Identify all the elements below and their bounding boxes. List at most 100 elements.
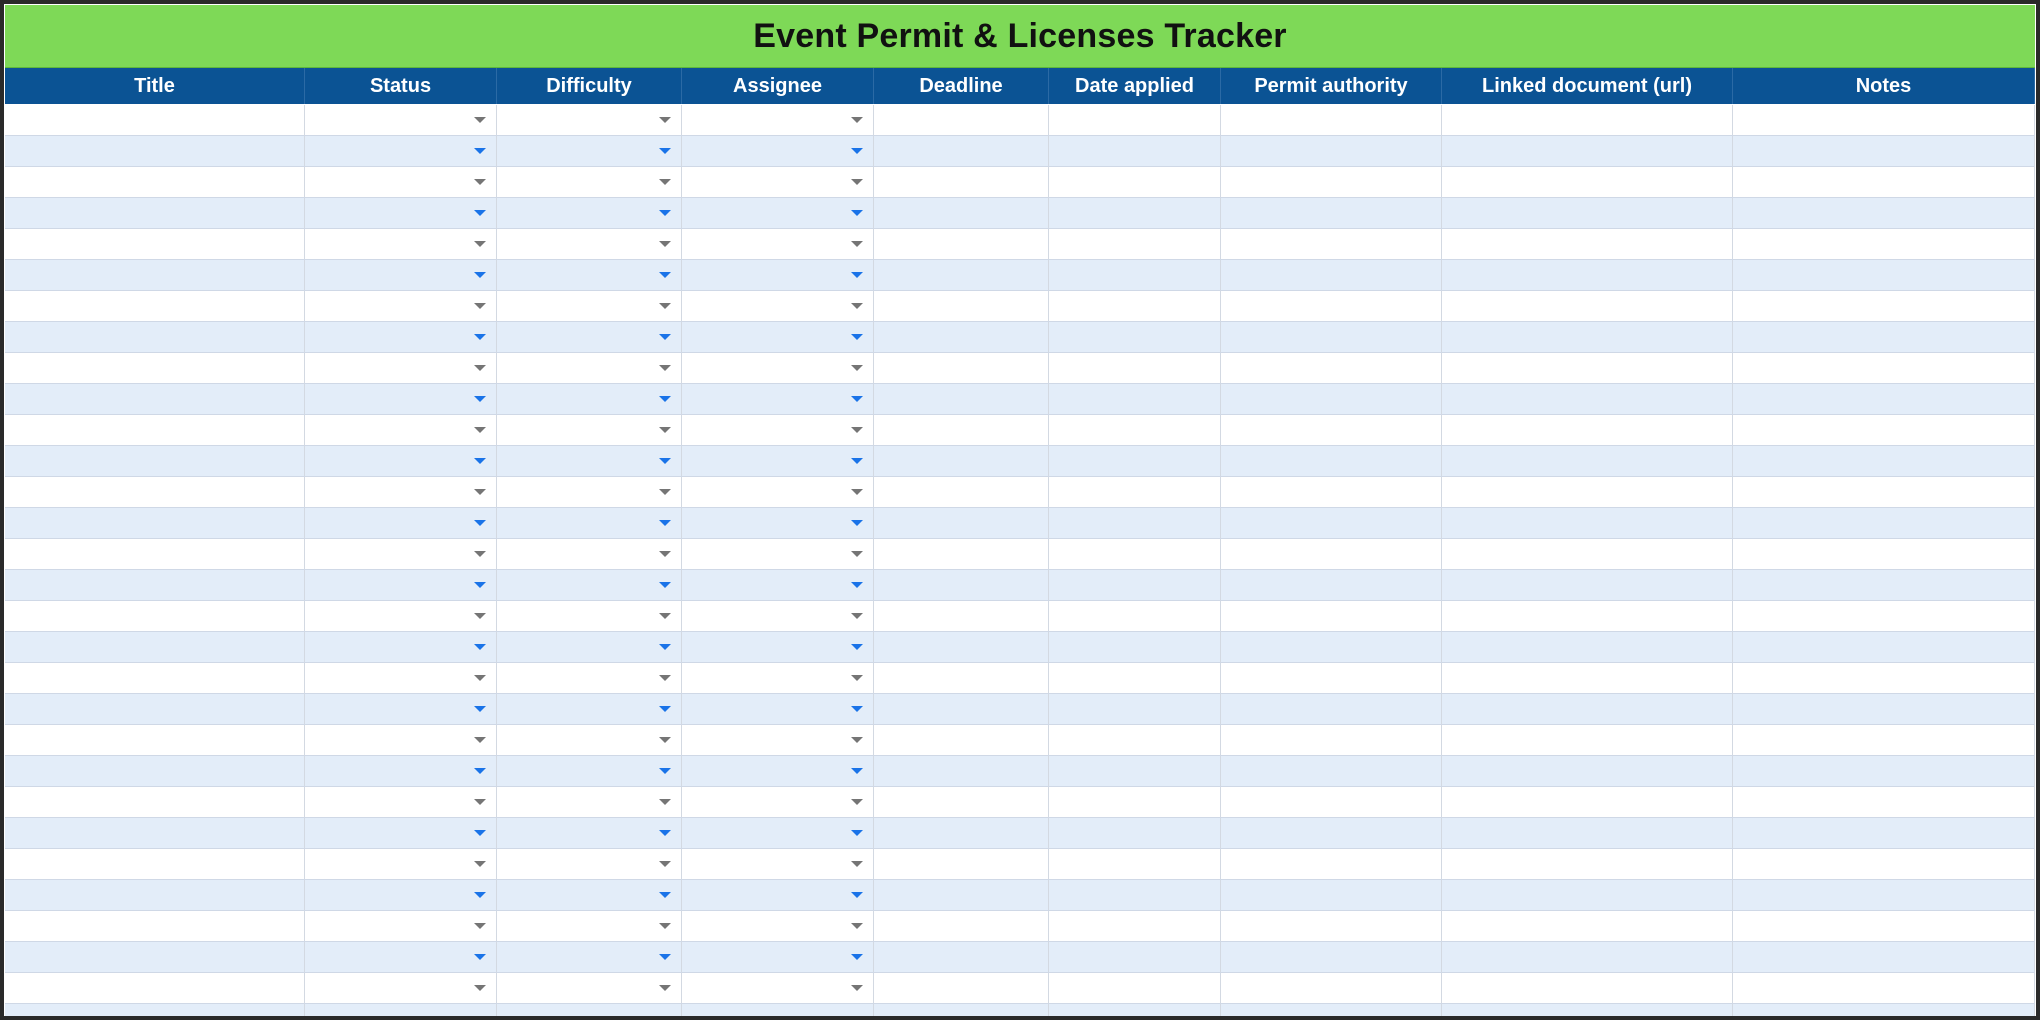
cell-difficulty[interactable] xyxy=(497,663,682,693)
cell-date-applied[interactable] xyxy=(1049,787,1221,817)
chevron-down-icon[interactable] xyxy=(851,706,863,712)
chevron-down-icon[interactable] xyxy=(659,706,671,712)
chevron-down-icon[interactable] xyxy=(851,210,863,216)
chevron-down-icon[interactable] xyxy=(851,365,863,371)
cell-assignee[interactable] xyxy=(682,105,874,135)
chevron-down-icon[interactable] xyxy=(659,861,671,867)
cell-linked-document[interactable] xyxy=(1442,694,1733,724)
cell-title[interactable] xyxy=(5,446,305,476)
cell-deadline[interactable] xyxy=(874,446,1049,476)
cell-difficulty[interactable] xyxy=(497,880,682,910)
cell-assignee[interactable] xyxy=(682,725,874,755)
cell-assignee[interactable] xyxy=(682,880,874,910)
chevron-down-icon[interactable] xyxy=(659,1016,671,1020)
cell-status[interactable] xyxy=(305,756,497,786)
cell-notes[interactable] xyxy=(1733,911,2035,941)
chevron-down-icon[interactable] xyxy=(474,396,486,402)
cell-difficulty[interactable] xyxy=(497,632,682,662)
cell-linked-document[interactable] xyxy=(1442,322,1733,352)
cell-title[interactable] xyxy=(5,353,305,383)
cell-difficulty[interactable] xyxy=(497,694,682,724)
cell-date-applied[interactable] xyxy=(1049,570,1221,600)
chevron-down-icon[interactable] xyxy=(851,334,863,340)
cell-difficulty[interactable] xyxy=(497,570,682,600)
chevron-down-icon[interactable] xyxy=(659,613,671,619)
cell-assignee[interactable] xyxy=(682,198,874,228)
cell-date-applied[interactable] xyxy=(1049,167,1221,197)
cell-difficulty[interactable] xyxy=(497,446,682,476)
cell-title[interactable] xyxy=(5,849,305,879)
cell-assignee[interactable] xyxy=(682,973,874,1003)
cell-title[interactable] xyxy=(5,663,305,693)
cell-title[interactable] xyxy=(5,105,305,135)
cell-notes[interactable] xyxy=(1733,446,2035,476)
column-header-title[interactable]: Title xyxy=(5,68,305,104)
cell-status[interactable] xyxy=(305,973,497,1003)
cell-difficulty[interactable] xyxy=(497,942,682,972)
cell-status[interactable] xyxy=(305,198,497,228)
cell-status[interactable] xyxy=(305,911,497,941)
cell-status[interactable] xyxy=(305,663,497,693)
cell-difficulty[interactable] xyxy=(497,229,682,259)
cell-title[interactable] xyxy=(5,694,305,724)
chevron-down-icon[interactable] xyxy=(659,892,671,898)
chevron-down-icon[interactable] xyxy=(474,675,486,681)
chevron-down-icon[interactable] xyxy=(659,520,671,526)
chevron-down-icon[interactable] xyxy=(659,148,671,154)
cell-assignee[interactable] xyxy=(682,508,874,538)
cell-difficulty[interactable] xyxy=(497,260,682,290)
cell-title[interactable] xyxy=(5,136,305,166)
cell-assignee[interactable] xyxy=(682,1004,874,1016)
cell-deadline[interactable] xyxy=(874,353,1049,383)
column-header-status[interactable]: Status xyxy=(305,68,497,104)
cell-assignee[interactable] xyxy=(682,818,874,848)
cell-permit-authority[interactable] xyxy=(1221,880,1442,910)
cell-notes[interactable] xyxy=(1733,291,2035,321)
cell-deadline[interactable] xyxy=(874,973,1049,1003)
chevron-down-icon[interactable] xyxy=(851,985,863,991)
chevron-down-icon[interactable] xyxy=(659,365,671,371)
cell-status[interactable] xyxy=(305,849,497,879)
cell-permit-authority[interactable] xyxy=(1221,477,1442,507)
cell-permit-authority[interactable] xyxy=(1221,446,1442,476)
cell-notes[interactable] xyxy=(1733,694,2035,724)
cell-notes[interactable] xyxy=(1733,849,2035,879)
cell-deadline[interactable] xyxy=(874,911,1049,941)
cell-title[interactable] xyxy=(5,787,305,817)
chevron-down-icon[interactable] xyxy=(659,768,671,774)
cell-permit-authority[interactable] xyxy=(1221,663,1442,693)
cell-linked-document[interactable] xyxy=(1442,105,1733,135)
cell-permit-authority[interactable] xyxy=(1221,229,1442,259)
chevron-down-icon[interactable] xyxy=(474,613,486,619)
cell-permit-authority[interactable] xyxy=(1221,539,1442,569)
cell-status[interactable] xyxy=(305,787,497,817)
cell-notes[interactable] xyxy=(1733,198,2035,228)
cell-linked-document[interactable] xyxy=(1442,508,1733,538)
cell-date-applied[interactable] xyxy=(1049,880,1221,910)
cell-notes[interactable] xyxy=(1733,663,2035,693)
column-header-difficulty[interactable]: Difficulty xyxy=(497,68,682,104)
cell-title[interactable] xyxy=(5,291,305,321)
chevron-down-icon[interactable] xyxy=(851,396,863,402)
cell-title[interactable] xyxy=(5,477,305,507)
chevron-down-icon[interactable] xyxy=(474,303,486,309)
cell-date-applied[interactable] xyxy=(1049,446,1221,476)
cell-title[interactable] xyxy=(5,198,305,228)
cell-difficulty[interactable] xyxy=(497,973,682,1003)
cell-deadline[interactable] xyxy=(874,880,1049,910)
cell-date-applied[interactable] xyxy=(1049,136,1221,166)
cell-linked-document[interactable] xyxy=(1442,539,1733,569)
chevron-down-icon[interactable] xyxy=(474,241,486,247)
chevron-down-icon[interactable] xyxy=(659,923,671,929)
cell-linked-document[interactable] xyxy=(1442,911,1733,941)
chevron-down-icon[interactable] xyxy=(659,582,671,588)
cell-status[interactable] xyxy=(305,1004,497,1016)
chevron-down-icon[interactable] xyxy=(851,520,863,526)
chevron-down-icon[interactable] xyxy=(474,117,486,123)
chevron-down-icon[interactable] xyxy=(851,613,863,619)
column-header-notes[interactable]: Notes xyxy=(1733,68,2035,104)
chevron-down-icon[interactable] xyxy=(851,272,863,278)
chevron-down-icon[interactable] xyxy=(474,458,486,464)
cell-difficulty[interactable] xyxy=(497,477,682,507)
cell-assignee[interactable] xyxy=(682,167,874,197)
